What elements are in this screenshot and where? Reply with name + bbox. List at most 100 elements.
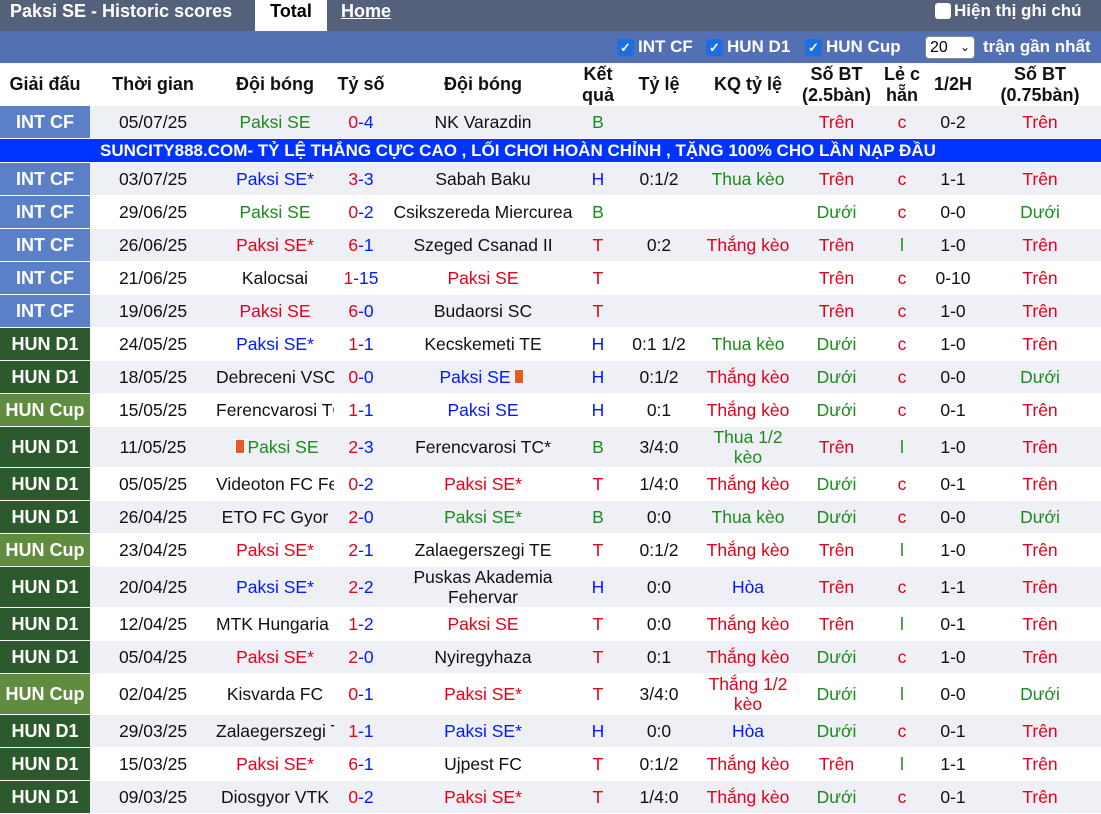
away-team: Ferencvarosi TC* xyxy=(415,436,551,457)
result-cell: B xyxy=(578,195,618,229)
match-date: 21/06/25 xyxy=(118,267,188,288)
over-under-cell: Dưới xyxy=(796,467,877,501)
result: T xyxy=(592,473,604,494)
away-score: 2 xyxy=(363,473,374,494)
half-time-cell: 1-0 xyxy=(927,294,979,328)
away-score: 1 xyxy=(363,333,374,354)
result: B xyxy=(592,111,604,132)
home-score: 1 xyxy=(348,399,359,420)
half-time-cell: 0-0 xyxy=(927,360,979,394)
table-row: HUN Cup 02/04/25 Kisvarda FC 0-1 Paksi SE* T 3… xyxy=(0,673,1101,715)
home-score: 6 xyxy=(348,234,359,255)
league-cell: HUN Cup xyxy=(0,533,90,567)
over-under-075-cell: Trên xyxy=(979,640,1101,674)
odds-result: Thắng 1/2 kèo xyxy=(708,674,788,714)
table-row: HUN D1 09/03/25 Diosgyor VTK 0-2 Paksi SE* T 1… xyxy=(0,780,1101,814)
away-team: Puskas Akademia Fehervar xyxy=(413,567,553,607)
odds-result: Thua kèo xyxy=(711,506,785,527)
match-date: 09/03/25 xyxy=(118,786,188,807)
half-time-cell: 0-1 xyxy=(927,714,979,748)
home-team-cell: Kisvarda FC xyxy=(216,673,334,715)
league-name: INT CF xyxy=(16,234,74,255)
half-time-score: 0-10 xyxy=(935,267,971,288)
home-team: Kalocsai xyxy=(241,267,309,288)
match-count-value: 20 xyxy=(930,39,948,56)
home-team: Paksi SE* xyxy=(236,333,314,354)
filter-int-cf[interactable]: ✓ INT CF xyxy=(617,31,693,63)
over-under-075-cell: Dưới xyxy=(979,360,1101,394)
league-name: HUN D1 xyxy=(11,506,79,527)
half-time-score: 1-0 xyxy=(940,300,966,321)
half-time-score: 0-0 xyxy=(940,201,966,222)
over-under: Trên xyxy=(818,753,855,774)
result-cell: H xyxy=(578,566,618,608)
home-score: 0 xyxy=(348,366,359,387)
table-row: HUN D1 15/03/25 Paksi SE* 6-1 Ujpest FC T 0:1/… xyxy=(0,747,1101,781)
over-under: Trên xyxy=(818,168,855,189)
over-under-075: Trên xyxy=(1022,333,1058,354)
odd-even: c xyxy=(897,506,907,527)
result: B xyxy=(592,201,604,222)
score-cell: 6-0 xyxy=(334,294,388,328)
away-score: 0 xyxy=(363,300,374,321)
home-team: Diosgyor VTK xyxy=(221,786,329,807)
tab-total[interactable]: Total xyxy=(255,0,327,31)
match-count-select[interactable]: 20 ⌄ xyxy=(925,36,975,59)
checkmark-icon[interactable]: ✓ xyxy=(706,38,723,56)
league-cell: HUN D1 xyxy=(0,714,90,748)
column-header: Kết quả xyxy=(578,63,618,106)
home-team-cell: Paksi SE* xyxy=(216,640,334,674)
ad-banner-row[interactable]: SUNCITY888.COM- TỶ LỆ THẮNG CỰC CAO , LỐ… xyxy=(0,138,1101,163)
half-time-score: 1-1 xyxy=(940,753,966,774)
away-team-cell: Ujpest FC xyxy=(388,747,578,781)
away-team: Paksi SE* xyxy=(444,683,522,704)
score-cell: 1-1 xyxy=(334,393,388,427)
league-cell: HUN D1 xyxy=(0,500,90,534)
over-under: Dưới xyxy=(816,720,857,741)
match-date: 03/07/25 xyxy=(118,168,188,189)
over-under-075: Trên xyxy=(1022,473,1058,494)
title-bar: Paksi SE - Historic scores Total Home Hi… xyxy=(0,0,1101,31)
home-score: 3 xyxy=(348,168,359,189)
half-time-score: 1-1 xyxy=(940,168,966,189)
match-date: 26/06/25 xyxy=(118,234,188,255)
over-under-cell: Dưới xyxy=(796,327,877,361)
away-team: Sabah Baku xyxy=(435,168,531,189)
home-score: 1 xyxy=(348,333,359,354)
table-row: HUN D1 29/03/25 Zalaegerszegi TE1-1 Paksi S… xyxy=(0,714,1101,748)
over-under: Trên xyxy=(818,539,855,560)
home-team-cell: Zalaegerszegi TE xyxy=(216,714,334,748)
home-team-cell: Paksi SE xyxy=(216,195,334,229)
away-team: Ujpest FC xyxy=(444,753,522,774)
league-cell: HUN D1 xyxy=(0,360,90,394)
over-under: Dưới xyxy=(816,366,857,387)
result: T xyxy=(592,539,604,560)
odds-result-cell xyxy=(700,261,796,295)
ad-banner[interactable]: SUNCITY888.COM- TỶ LỆ THẮNG CỰC CAO , LỐ… xyxy=(0,138,1101,163)
league-cell: INT CF xyxy=(0,228,90,262)
checkmark-icon[interactable]: ✓ xyxy=(617,38,634,56)
red-card-icon xyxy=(234,438,245,454)
checkmark-icon[interactable]: ✓ xyxy=(805,38,822,56)
show-notes-label: Hiện thị ghi chú xyxy=(954,1,1082,20)
away-team-cell: Paksi SE xyxy=(388,607,578,641)
over-under-075: Dưới xyxy=(1020,683,1060,704)
odds-result: Thắng kèo xyxy=(706,234,790,255)
odd-even-cell: c xyxy=(877,714,927,748)
odds: 3/4:0 xyxy=(639,436,679,457)
tab-home[interactable]: Home xyxy=(341,0,391,31)
league-cell: HUN D1 xyxy=(0,780,90,814)
show-notes-checkbox[interactable] xyxy=(935,3,951,19)
score-cell: 3-3 xyxy=(334,162,388,196)
over-under: Trên xyxy=(818,436,855,457)
league-name: INT CF xyxy=(16,267,74,288)
odds: 1/4:0 xyxy=(639,473,679,494)
filter-hun-cup[interactable]: ✓ HUN Cup xyxy=(805,31,901,63)
column-header: KQ tỷ lệ xyxy=(700,63,796,106)
odd-even-cell: c xyxy=(877,162,927,196)
filter-hun-d1[interactable]: ✓ HUN D1 xyxy=(706,31,790,63)
away-team-cell: Zalaegerszegi TE xyxy=(388,533,578,567)
date-cell: 21/06/25 xyxy=(90,261,216,295)
odd-even-cell: c xyxy=(877,106,927,139)
odds-cell xyxy=(618,294,700,328)
